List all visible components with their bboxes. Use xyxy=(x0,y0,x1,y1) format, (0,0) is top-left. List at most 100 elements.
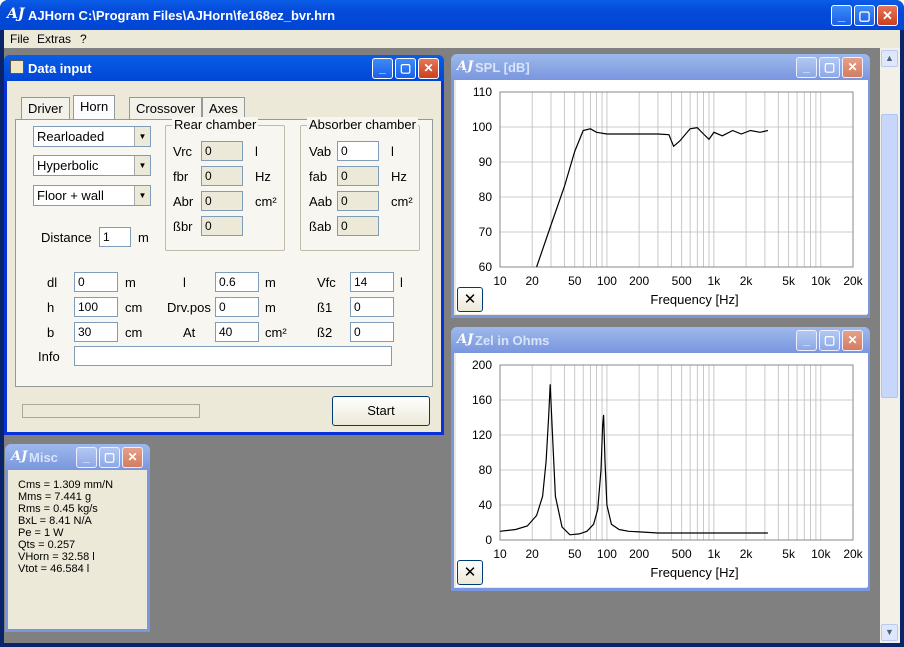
col1-1-input[interactable]: 100 xyxy=(74,297,118,317)
scroll-up-icon[interactable]: ▲ xyxy=(881,50,898,67)
start-button[interactable]: Start xyxy=(332,396,430,426)
maximize-button[interactable]: ▢ xyxy=(854,5,875,26)
misc-minimize-button[interactable]: _ xyxy=(76,447,97,468)
y-tick-label: 90 xyxy=(479,155,493,169)
col3-2-input[interactable]: 0 xyxy=(350,322,394,342)
rear-2-input[interactable]: 0 xyxy=(201,191,243,211)
data-input-minimize-button[interactable]: _ xyxy=(372,58,393,79)
scroll-thumb[interactable] xyxy=(881,114,898,398)
rear-1-input[interactable]: 0 xyxy=(201,166,243,186)
tab-axes[interactable]: Axes xyxy=(202,97,245,119)
x-tick-label: 20k xyxy=(843,547,863,561)
spl-maximize-button[interactable]: ▢ xyxy=(819,57,840,78)
tab-horn[interactable]: Horn xyxy=(73,95,116,120)
menu-file[interactable]: File xyxy=(10,32,29,46)
menu-extras[interactable]: Extras xyxy=(37,32,71,46)
tab-driver[interactable]: Driver xyxy=(21,97,70,119)
col2-2-label: At xyxy=(183,325,196,340)
misc-title-bar: AJ Misc _ ▢ ✕ xyxy=(5,444,150,470)
minimize-button[interactable]: _ xyxy=(831,5,852,26)
spl-minimize-button[interactable]: _ xyxy=(796,57,817,78)
absorber-3-input[interactable]: 0 xyxy=(337,216,379,236)
rear-2-label: Abr xyxy=(173,194,194,209)
chevron-down-icon: ▼ xyxy=(134,156,150,175)
x-tick-label: 2k xyxy=(740,547,754,561)
rear-1-unit: Hz xyxy=(255,169,271,184)
y-tick-label: 80 xyxy=(479,463,493,477)
data-input-title: Data input xyxy=(28,61,92,76)
data-input-maximize-button[interactable]: ▢ xyxy=(395,58,416,79)
x-tick-label: 50 xyxy=(568,274,582,288)
col3-0-input[interactable]: 14 xyxy=(350,272,394,292)
vertical-scrollbar[interactable]: ▲ ▼ xyxy=(880,48,900,643)
y-tick-label: 120 xyxy=(472,428,492,442)
col3-1-label: ß1 xyxy=(317,300,333,315)
zel-maximize-button[interactable]: ▢ xyxy=(819,330,840,351)
app-title-bar: AJ AJHorn C:\Program Files\AJHorn\fe168e… xyxy=(0,0,904,30)
zel-minimize-button[interactable]: _ xyxy=(796,330,817,351)
absorber-2-input[interactable]: 0 xyxy=(337,191,379,211)
minimize-icon: _ xyxy=(379,61,386,75)
spl-clear-button[interactable]: ✕ xyxy=(457,287,483,312)
col1-0-unit: m xyxy=(125,275,136,290)
misc-close-button[interactable]: ✕ xyxy=(122,447,143,468)
x-tick-label: 10k xyxy=(811,547,831,561)
spl-close-button[interactable]: ✕ xyxy=(842,57,863,78)
zel-close-button[interactable]: ✕ xyxy=(842,330,863,351)
x-tick-label: 10 xyxy=(493,547,507,561)
col3-2-label: ß2 xyxy=(317,325,333,340)
col1-0-label: dl xyxy=(47,275,58,290)
absorber-0-input[interactable]: 0 xyxy=(337,141,379,161)
loading-select[interactable]: Rearloaded ▼ xyxy=(33,126,151,147)
x-tick-label: 500 xyxy=(672,547,692,561)
close-icon: ✕ xyxy=(463,564,477,581)
absorber-2-label: Aab xyxy=(309,194,333,209)
placement-select[interactable]: Floor + wall ▼ xyxy=(33,185,151,206)
y-tick-label: 40 xyxy=(479,498,493,512)
tab-crossover[interactable]: Crossover xyxy=(129,97,203,119)
flare-select[interactable]: Hyperbolic ▼ xyxy=(33,155,151,176)
col2-2-input[interactable]: 40 xyxy=(215,322,259,342)
col1-2-unit: cm xyxy=(125,325,143,340)
col1-0-input[interactable]: 0 xyxy=(74,272,118,292)
rear-0-input[interactable]: 0 xyxy=(201,141,243,161)
col2-1-input[interactable]: 0 xyxy=(215,297,259,317)
x-tick-label: 5k xyxy=(782,547,796,561)
col1-2-input[interactable]: 30 xyxy=(74,322,118,342)
misc-maximize-button[interactable]: ▢ xyxy=(99,447,120,468)
misc-window: AJ Misc _ ▢ ✕ Cms = 1.309 mm/N Mms = 7.44… xyxy=(5,444,150,632)
col3-1-input[interactable]: 0 xyxy=(350,297,394,317)
maximize-icon: ▢ xyxy=(823,333,836,347)
zel-clear-button[interactable]: ✕ xyxy=(457,560,483,585)
x-axis-label: Frequency [Hz] xyxy=(650,292,738,307)
x-tick-label: 200 xyxy=(629,274,649,288)
close-icon: ✕ xyxy=(847,60,858,74)
zel-window: AJ Zel in Ohms _ ▢ ✕ 200 160 120 80 40 0 10 20 5… xyxy=(451,327,870,591)
loading-value: Rearloaded xyxy=(37,129,105,144)
rear-3-input[interactable]: 0 xyxy=(201,216,243,236)
col1-1-unit: cm xyxy=(125,300,143,315)
data-input-close-button[interactable]: ✕ xyxy=(418,58,439,79)
distance-label: Distance xyxy=(41,230,92,245)
y-tick-label: 100 xyxy=(472,120,492,134)
col2-0-input[interactable]: 0.6 xyxy=(215,272,259,292)
rear-0-label: Vrc xyxy=(173,144,193,159)
info-input[interactable] xyxy=(74,346,392,366)
info-label: Info xyxy=(38,349,60,364)
close-icon: ✕ xyxy=(127,450,138,464)
chevron-down-icon: ▼ xyxy=(134,186,150,205)
scroll-down-icon[interactable]: ▼ xyxy=(881,624,898,641)
zel-title: Zel in Ohms xyxy=(475,333,550,348)
close-button[interactable]: ✕ xyxy=(877,5,898,26)
menu-help[interactable]: ? xyxy=(80,32,87,46)
distance-input[interactable]: 1 xyxy=(99,227,131,247)
y-tick-label: 80 xyxy=(479,190,493,204)
app-logo-icon: AJ xyxy=(11,449,28,464)
misc-line: Cms = 1.309 mm/N xyxy=(18,479,114,491)
calculator-icon xyxy=(10,60,24,74)
absorber-1-input[interactable]: 0 xyxy=(337,166,379,186)
col2-1-label: Drv.pos xyxy=(167,300,211,315)
minimize-icon: _ xyxy=(837,8,846,23)
x-tick-label: 1k xyxy=(708,547,722,561)
x-tick-label: 100 xyxy=(597,274,617,288)
